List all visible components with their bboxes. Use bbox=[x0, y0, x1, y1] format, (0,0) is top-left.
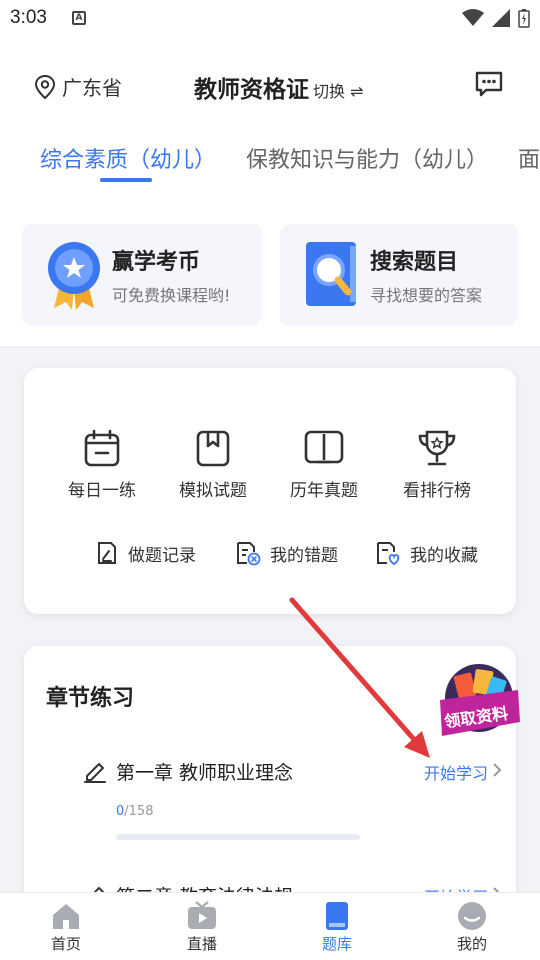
switch-label: 切换 ⇌ bbox=[313, 82, 364, 101]
start-learning-button[interactable]: 开始学习 bbox=[424, 760, 488, 784]
open-book-icon bbox=[304, 430, 344, 464]
notification-icon: A bbox=[72, 11, 86, 25]
mock-exam-label: 模拟试题 bbox=[179, 481, 247, 501]
chapter-row[interactable]: 第一章 教师职业理念 开始学习 bbox=[82, 758, 502, 788]
chapter-title: 第一章 教师职业理念 bbox=[116, 762, 294, 784]
location-selector[interactable]: 广东省 bbox=[34, 72, 122, 101]
get-materials-badge[interactable]: 领取资料 bbox=[434, 660, 524, 746]
nav-live-label: 直播 bbox=[186, 935, 217, 953]
question-bank-icon bbox=[326, 902, 348, 930]
battery-icon bbox=[518, 9, 530, 28]
favorites-icon bbox=[377, 542, 400, 566]
location-pin-icon bbox=[34, 74, 56, 99]
pencil-icon bbox=[84, 763, 106, 783]
favorites-label: 我的收藏 bbox=[410, 545, 478, 566]
nav-home-label: 首页 bbox=[50, 935, 81, 953]
calendar-icon bbox=[84, 429, 120, 467]
location-label: 广东省 bbox=[62, 76, 122, 100]
search-questions-card[interactable]: 搜索题目 寻找想要的答案 bbox=[280, 224, 518, 326]
past-papers-button[interactable]: 历年真题 bbox=[279, 428, 369, 501]
mock-exam-button[interactable]: 模拟试题 bbox=[168, 428, 258, 501]
wrong-answers-icon bbox=[237, 542, 261, 566]
status-bar: 3:03 A bbox=[0, 0, 540, 38]
earn-coins-title: 赢学考币 bbox=[112, 250, 201, 275]
exam-switcher[interactable]: 教师资格证 切换 ⇌ bbox=[194, 70, 364, 104]
signal-icon bbox=[492, 9, 510, 27]
page-title: 教师资格证 bbox=[194, 77, 309, 103]
nav-profile-label: 我的 bbox=[456, 935, 487, 953]
home-icon bbox=[53, 904, 79, 929]
status-time: 3:03 bbox=[10, 7, 47, 28]
progress-total-count: /158 bbox=[124, 804, 154, 819]
past-papers-label: 历年真题 bbox=[290, 481, 358, 501]
tab-comprehensive-quality[interactable]: 综合素质（幼儿） bbox=[40, 142, 216, 174]
practice-tools-card: 每日一练 模拟试题 历年真题 看排行榜 做题记录 我的错题 我的收藏 bbox=[24, 368, 516, 614]
chat-icon bbox=[475, 71, 503, 97]
daily-practice-button[interactable]: 每日一练 bbox=[57, 428, 147, 501]
medal-icon bbox=[48, 242, 100, 310]
nav-live[interactable]: 直播 bbox=[162, 901, 242, 954]
favorites-button[interactable]: 我的收藏 bbox=[374, 540, 478, 566]
message-button[interactable] bbox=[474, 70, 504, 102]
trophy-icon bbox=[418, 430, 456, 466]
nav-question-bank-label: 题库 bbox=[321, 935, 352, 953]
search-questions-title: 搜索题目 bbox=[370, 250, 459, 275]
practice-record-label: 做题记录 bbox=[128, 545, 196, 566]
earn-coins-subtitle: 可免费换课程哟! bbox=[112, 286, 231, 305]
nav-question-bank[interactable]: 题库 bbox=[297, 901, 377, 954]
profile-icon bbox=[458, 902, 486, 930]
wifi-icon bbox=[462, 9, 484, 26]
wrong-answers-label: 我的错题 bbox=[270, 545, 338, 566]
chapter-progress-text: 0/158 bbox=[116, 804, 153, 819]
active-tab-indicator bbox=[100, 178, 152, 182]
chapter-practice-heading: 章节练习 bbox=[46, 686, 135, 711]
tv-icon bbox=[188, 901, 216, 929]
leaderboard-label: 看排行榜 bbox=[403, 481, 471, 501]
bottom-nav: 首页 直播 题库 我的 bbox=[0, 892, 540, 960]
tab-childcare-knowledge[interactable]: 保教知识与能力（幼儿） bbox=[246, 142, 488, 174]
nav-profile[interactable]: 我的 bbox=[432, 901, 512, 954]
record-icon bbox=[98, 542, 116, 564]
nav-home[interactable]: 首页 bbox=[26, 901, 106, 954]
bookmark-book-icon bbox=[196, 430, 230, 467]
tab-interview[interactable]: 面 bbox=[518, 142, 540, 174]
earn-coins-card[interactable]: 赢学考币 可免费换课程哟! bbox=[22, 224, 262, 326]
chevron-right-icon bbox=[493, 763, 502, 777]
search-book-icon bbox=[306, 242, 356, 306]
leaderboard-button[interactable]: 看排行榜 bbox=[392, 428, 482, 501]
practice-record-button[interactable]: 做题记录 bbox=[94, 540, 196, 566]
status-icons bbox=[462, 8, 530, 28]
daily-practice-label: 每日一练 bbox=[68, 481, 136, 501]
chapter-progress-bar bbox=[116, 834, 360, 840]
subject-tabs: 综合素质（幼儿） 保教知识与能力（幼儿） 面 bbox=[0, 138, 540, 184]
search-questions-subtitle: 寻找想要的答案 bbox=[370, 286, 483, 305]
header: 广东省 教师资格证 切换 ⇌ bbox=[0, 60, 540, 112]
wrong-answers-button[interactable]: 我的错题 bbox=[234, 540, 338, 566]
